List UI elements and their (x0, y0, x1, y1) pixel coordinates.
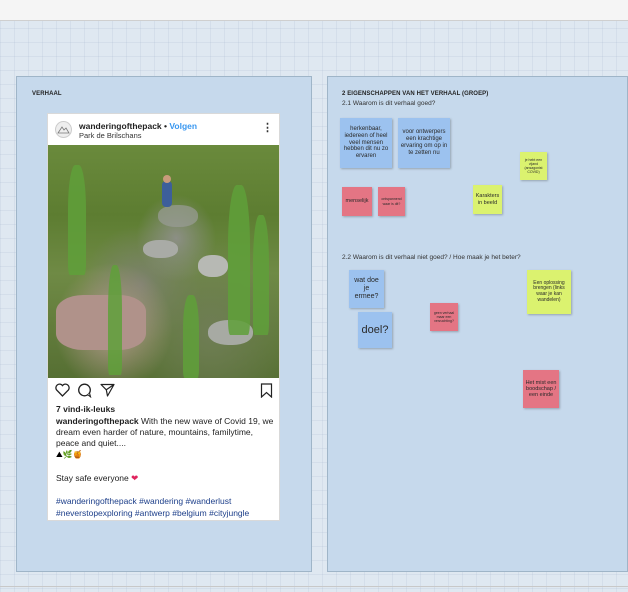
instagram-post-card[interactable]: wanderingofthepack • Volgen Park de Bril… (47, 113, 280, 521)
photo-rock (198, 255, 228, 277)
post-location[interactable]: Park de Brilschans (79, 131, 142, 140)
photo-rock (143, 240, 178, 258)
sticky-note-menselijk[interactable]: menselijk (342, 187, 372, 216)
share-icon[interactable] (100, 383, 115, 397)
heart-outline-icon[interactable] (55, 383, 70, 397)
bottom-divider (0, 586, 628, 587)
photo-plant (108, 265, 122, 375)
mountain-logo-icon (57, 126, 70, 134)
post-username-line: wanderingofthepack • Volgen (79, 121, 197, 131)
question-2-1: 2.1 Waarom is dit verhaal goed? (342, 100, 436, 107)
stay-safe-text: Stay safe everyone (56, 473, 129, 483)
caption-username[interactable]: wanderingofthepack (56, 416, 139, 426)
sticky-note-karakters[interactable]: Karakters in beeld (473, 185, 502, 214)
sticky-note-ontwerpers[interactable]: voor ontwerpers een krachtige ervaring o… (398, 118, 450, 168)
follow-button[interactable]: Volgen (169, 121, 197, 131)
photo-plant (68, 165, 86, 275)
post-photo (48, 145, 279, 378)
more-icon[interactable]: ⋮ (262, 121, 273, 134)
avatar[interactable] (55, 121, 72, 138)
post-header: wanderingofthepack • Volgen Park de Bril… (48, 114, 279, 144)
frame-title-eigenschappen: 2 EIGENSCHAPPEN VAN HET VERHAAL (GROEP) (342, 91, 489, 97)
post-username[interactable]: wanderingofthepack (79, 121, 162, 131)
post-action-bar (48, 382, 279, 400)
sticky-note-herkenbaar[interactable]: herkenbaar, iedereen of heel veel mensen… (340, 118, 392, 168)
likes-count[interactable]: 7 vind-ik-leuks (56, 404, 115, 414)
photo-person-head (163, 175, 171, 183)
photo-plant (183, 295, 199, 378)
sticky-note-doel[interactable]: doel? (358, 312, 392, 348)
photo-rock (56, 295, 146, 350)
bookmark-icon[interactable] (260, 383, 273, 398)
photo-rock (158, 205, 198, 227)
photo-person (162, 181, 172, 207)
sticky-note-vijand[interactable]: je hebt een vijand (ansagonist COVID) (520, 152, 547, 180)
comment-icon[interactable] (77, 383, 92, 398)
frame-title-verhaal: VERHAAL (32, 91, 62, 97)
stay-safe-line: Stay safe everyone ❤ (56, 473, 138, 484)
post-hashtags[interactable]: #wanderingofthepack #wandering #wanderlu… (56, 495, 279, 519)
sticky-note-verzuchting[interactable]: geen verhaal maar een verzuchting? (430, 303, 458, 331)
top-toolbar-strip (0, 0, 628, 21)
sticky-note-boodschap[interactable]: Het mist een boodschap / een einde (523, 370, 559, 408)
red-heart-icon: ❤ (131, 473, 139, 483)
sticky-note-oplossing[interactable]: Een oplossing brengen (links waar je kan… (527, 270, 571, 314)
photo-plant (253, 215, 269, 335)
sticky-note-ontspannend[interactable]: ontspannend waar is dit? (378, 187, 405, 216)
photo-plant (228, 185, 250, 335)
post-caption: wanderingofthepack With the new wave of … (56, 416, 276, 449)
question-2-2: 2.2 Waarom is dit verhaal niet goed? / H… (342, 254, 521, 261)
sticky-note-wat-doe-je[interactable]: wat doe je ermee? (349, 270, 384, 308)
caption-emojis: ⛰🌿🍯 (56, 450, 83, 459)
